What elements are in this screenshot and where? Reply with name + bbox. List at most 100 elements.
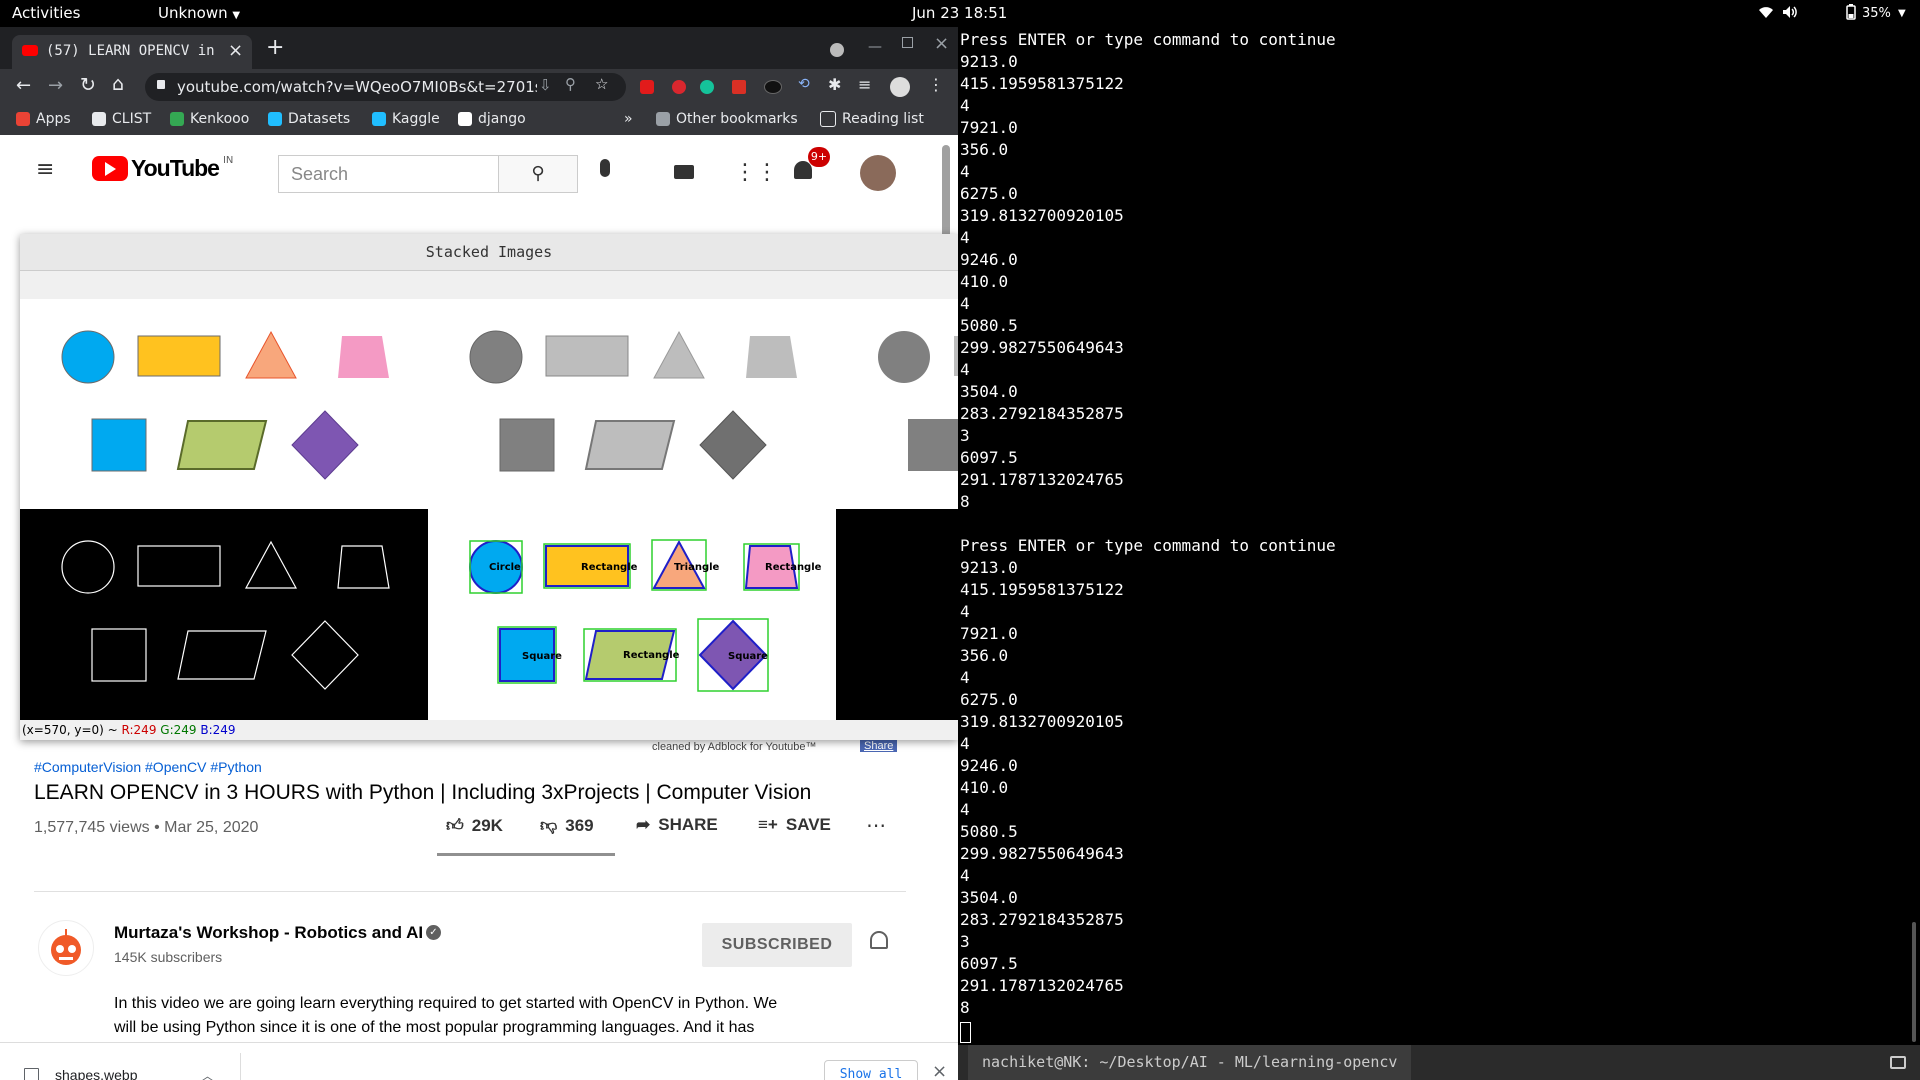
video-meta: 1,577,745 views • Mar 25, 2020 <box>34 819 259 836</box>
reload-icon[interactable]: ↻ <box>80 74 96 96</box>
maximize-icon[interactable] <box>902 37 913 48</box>
search-button[interactable]: ⚲ <box>498 155 578 193</box>
youtube-logo[interactable]: YouTube IN <box>92 155 233 182</box>
kaggle-k-icon <box>372 112 386 126</box>
reading-list[interactable]: Reading list <box>820 111 924 127</box>
terminal-line: 299.9827550649643 <box>960 338 1124 357</box>
terminal-scrollbar[interactable] <box>1912 922 1916 1042</box>
bookmark-apps[interactable]: Apps <box>16 111 71 127</box>
terminal-line: 3 <box>960 426 970 445</box>
terminal-line: 7921.0 <box>960 624 1018 643</box>
bookmark-kaggle[interactable]: Kaggle <box>372 111 440 127</box>
bookmark-django[interactable]: django <box>458 111 526 127</box>
save-label: SAVE <box>785 815 831 834</box>
address-bar[interactable]: youtube.com/watch?v=WQeoO7MI0Bs&t=2701s&… <box>145 73 626 101</box>
terminal-tab[interactable]: nachiket@NK: ~/Desktop/AI - ML/learning-… <box>968 1045 1412 1080</box>
forward-icon[interactable]: → <box>48 75 63 96</box>
adblock-share-link[interactable]: Share <box>860 740 898 752</box>
download-item[interactable]: shapes.webp ︿ <box>0 1043 240 1080</box>
window-close-icon[interactable]: × <box>934 33 949 54</box>
channel-avatar[interactable] <box>38 920 94 976</box>
extension-red-icon[interactable] <box>640 80 654 94</box>
like-count: 29K <box>471 815 503 835</box>
extension-pdf-icon[interactable] <box>732 80 746 94</box>
tab-close-icon[interactable]: × <box>228 40 243 61</box>
opencv-stacked-images-window[interactable]: Stacked Images Circle Rectangle Triangle… <box>20 234 958 740</box>
reading-mode-icon[interactable]: ≡ <box>858 75 871 94</box>
install-app-icon[interactable]: ⇩ <box>539 76 552 94</box>
extension-leaf-icon[interactable]: ⟲ <box>798 76 810 92</box>
search-placeholder: Search <box>291 164 349 184</box>
show-all-button[interactable]: Show all <box>824 1060 918 1080</box>
bookmark-clist[interactable]: CLIST <box>92 111 151 127</box>
terminal-window-icon[interactable] <box>1890 1056 1906 1069</box>
activities-button[interactable]: Activities <box>12 4 80 22</box>
video-hashtags[interactable]: #ComputerVision #OpenCV #Python <box>34 759 262 775</box>
minimize-icon[interactable]: — <box>868 39 882 55</box>
terminal-line: 3504.0 <box>960 382 1018 401</box>
lock-icon <box>157 80 165 89</box>
like-button[interactable]: 👍︎ 29K <box>446 815 503 836</box>
terminal-line: 4 <box>960 668 970 687</box>
extension-adblock-icon[interactable] <box>672 80 686 94</box>
opencv-window-title[interactable]: Stacked Images <box>20 234 958 271</box>
terminal-line: 283.2792184352875 <box>960 910 1124 929</box>
create-video-icon[interactable] <box>674 165 694 179</box>
download-options-chevron-icon[interactable]: ︿ <box>202 1067 214 1080</box>
browser-tab[interactable]: (57) LEARN OPENCV in 3 × <box>12 35 252 69</box>
extension-eye-icon[interactable] <box>764 80 782 94</box>
terminal-line: 6097.5 <box>960 954 1018 973</box>
bookmark-kenkooo[interactable]: Kenkooo <box>170 111 249 127</box>
zoom-icon[interactable]: ⚲ <box>565 75 576 93</box>
terminal-line: 319.8132700920105 <box>960 206 1124 225</box>
system-menu-caret-icon[interactable]: ▼ <box>1898 8 1906 19</box>
clist-icon <box>92 112 106 126</box>
profile-avatar-icon[interactable] <box>890 77 910 97</box>
grammarly-icon[interactable] <box>700 80 714 94</box>
extensions-puzzle-icon[interactable]: ✱ <box>828 75 841 94</box>
square-shape <box>91 418 147 472</box>
close-downloads-icon[interactable]: × <box>932 1061 947 1080</box>
bookmarks-overflow-icon[interactable]: » <box>624 111 633 127</box>
hamburger-menu-icon[interactable]: ≡ <box>36 157 54 182</box>
bookmark-label: Apps <box>36 111 71 127</box>
clock[interactable]: Jun 23 18:51 <box>912 4 1007 22</box>
chrome-menu-icon[interactable]: ⋮ <box>928 75 944 94</box>
terminal-line: 5080.5 <box>960 316 1018 335</box>
wifi-icon[interactable] <box>1758 5 1774 23</box>
volume-icon[interactable] <box>1782 5 1798 23</box>
other-bookmarks[interactable]: Other bookmarks <box>656 111 798 127</box>
channel-name[interactable]: Murtaza's Workshop - Robotics and AI <box>114 923 423 943</box>
subscriber-count: 145K subscribers <box>114 949 223 965</box>
back-icon[interactable]: ← <box>16 75 31 96</box>
bookmark-star-icon[interactable]: ☆ <box>595 75 608 93</box>
terminal-window[interactable]: Press ENTER or type command to continue 9… <box>958 27 1920 1045</box>
notification-bell-icon[interactable] <box>870 931 888 949</box>
bookmark-datasets[interactable]: Datasets <box>268 111 350 127</box>
app-menu[interactable]: Unknown ▼ <box>158 4 240 22</box>
user-avatar[interactable] <box>860 155 896 191</box>
apps-grid-icon[interactable]: ⋮⋮ <box>734 160 778 185</box>
battery-icon[interactable] <box>1846 4 1856 24</box>
microphone-icon[interactable] <box>600 159 610 177</box>
terminal-line: 9246.0 <box>960 250 1018 269</box>
terminal-line: 7921.0 <box>960 118 1018 137</box>
subscribed-button[interactable]: SUBSCRIBED <box>702 923 852 967</box>
notifications-bell-icon[interactable] <box>794 161 812 179</box>
new-tab-icon[interactable]: + <box>266 35 284 60</box>
grayscale-shapes-panel <box>428 299 836 509</box>
apps-grid-icon <box>16 112 30 126</box>
terminal-line: 4 <box>960 96 970 115</box>
kaggle-k-icon <box>268 112 282 126</box>
share-button[interactable]: ➦ SHARE <box>636 815 718 835</box>
save-button[interactable]: ≡+ SAVE <box>758 815 831 835</box>
notifications-badge: 9+ <box>808 147 830 167</box>
terminal-line: 415.1959581375122 <box>960 74 1124 93</box>
dislike-button[interactable]: 👎︎ 369 <box>540 815 594 836</box>
label-triangle: Triangle <box>674 562 720 573</box>
more-actions-icon[interactable]: ⋯ <box>866 813 886 837</box>
home-icon[interactable]: ⌂ <box>112 73 124 95</box>
bookmarks-bar: Apps CLIST Kenkooo Datasets Kaggle django » O… <box>0 105 958 135</box>
tab-search-icon[interactable] <box>830 43 844 57</box>
bookmark-label: Kaggle <box>392 111 440 127</box>
